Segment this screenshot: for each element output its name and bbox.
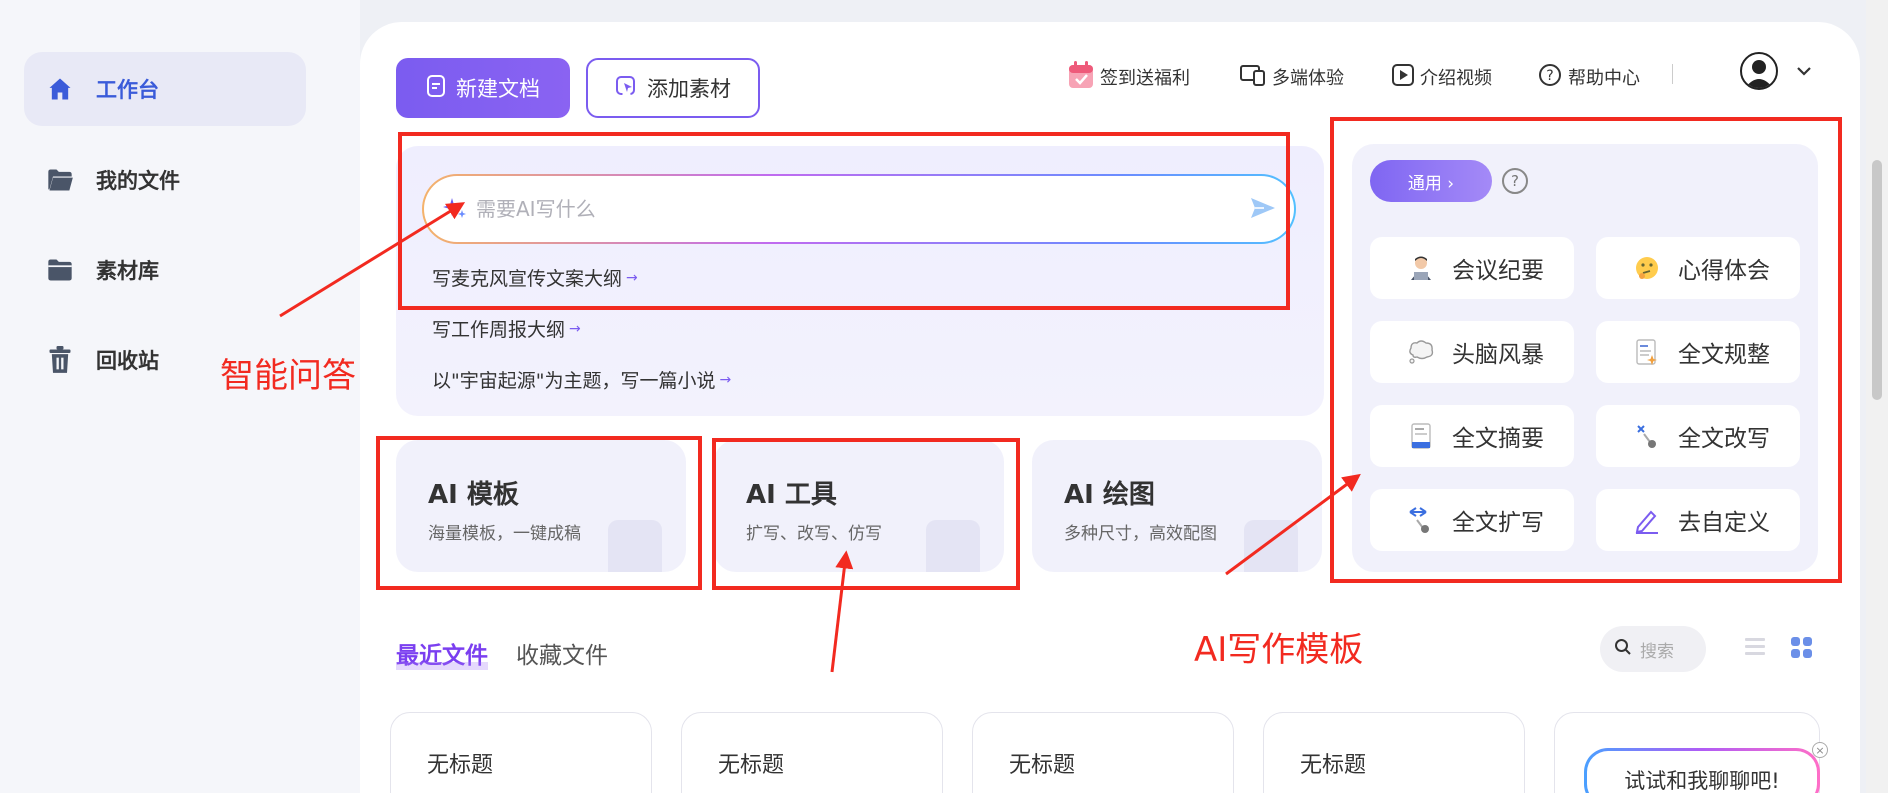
annotation-box-ai-template: [376, 436, 702, 590]
card-title: AI 绘图: [1064, 480, 1155, 510]
chevron-down-icon[interactable]: [1796, 62, 1812, 81]
add-material-label: 添加素材: [647, 77, 731, 101]
chat-bubble-text: 试试和我聊聊吧!: [1624, 769, 1780, 793]
file-title: 无标题: [718, 753, 785, 778]
suggestion-item[interactable]: 以"宇宙起源"为主题，写一篇小说 →: [432, 366, 731, 393]
file-title: 无标题: [427, 753, 494, 778]
annotation-box-smart-qa: [398, 132, 1290, 310]
search-placeholder: 搜索: [1640, 641, 1674, 662]
annotation-box-templates: [1330, 117, 1842, 583]
chat-assistant-bubble[interactable]: 试试和我聊聊吧!: [1584, 748, 1820, 793]
file-card[interactable]: 无标题: [390, 712, 652, 793]
help-icon: ?: [1538, 63, 1562, 92]
intro-video-label: 介绍视频: [1420, 68, 1492, 89]
folder-icon: [44, 254, 76, 286]
grid-view-icon[interactable]: [1790, 636, 1814, 664]
file-search-field[interactable]: 搜索: [1600, 626, 1706, 672]
annotation-label-ai-template: AI写作模板: [1194, 630, 1364, 670]
suggestion-item[interactable]: 写工作周报大纲 →: [432, 315, 581, 342]
search-icon: [1614, 638, 1632, 661]
topbar-divider: [1672, 64, 1673, 84]
multi-device-label: 多端体验: [1272, 68, 1344, 89]
devices-icon: [1240, 64, 1266, 91]
sidebar-item-label: 回收站: [96, 349, 159, 373]
sidebar-item-label: 素材库: [96, 259, 159, 283]
suggestion-label: 以"宇宙起源"为主题，写一篇小说: [432, 370, 716, 392]
scrollbar-thumb[interactable]: [1872, 160, 1882, 400]
intro-video-link[interactable]: 介绍视频: [1392, 62, 1492, 92]
tab-favorite-files[interactable]: 收藏文件: [516, 636, 608, 670]
ai-drawing-card[interactable]: AI 绘图 多种尺寸，高效配图: [1032, 440, 1322, 572]
file-card[interactable]: 无标题: [1263, 712, 1525, 793]
checkin-link[interactable]: 签到送福利: [1068, 60, 1190, 94]
list-view-icon[interactable]: [1744, 636, 1766, 662]
new-document-button[interactable]: 新建文档: [396, 58, 570, 118]
arrow-right-icon: →: [719, 371, 732, 388]
home-icon: [44, 73, 76, 105]
tab-recent-files[interactable]: 最近文件: [396, 636, 488, 670]
svg-text:?: ?: [1546, 68, 1553, 84]
sidebar-item-label: 工作台: [96, 78, 159, 102]
file-title: 无标题: [1009, 753, 1076, 778]
trash-icon: [44, 344, 76, 376]
cursor-box-icon: [615, 75, 637, 102]
close-icon[interactable]: ×: [1812, 742, 1828, 758]
arrow-right-icon: →: [569, 320, 581, 337]
file-card[interactable]: 无标题: [972, 712, 1234, 793]
sidebar-item-label: 我的文件: [96, 169, 180, 193]
add-material-button[interactable]: 添加素材: [586, 58, 760, 118]
suggestion-label: 写工作周报大纲: [432, 319, 566, 341]
calendar-icon: [1068, 60, 1094, 94]
file-title: 无标题: [1300, 753, 1367, 778]
play-icon: [1392, 63, 1414, 91]
annotation-label-smart-qa: 智能问答: [220, 356, 356, 396]
sidebar-item-my-files[interactable]: 我的文件: [24, 143, 306, 217]
help-center-link[interactable]: ? 帮助中心: [1538, 62, 1640, 92]
folder-open-icon: [44, 164, 76, 196]
new-document-label: 新建文档: [456, 77, 540, 101]
scrollbar[interactable]: [1866, 0, 1888, 793]
user-avatar[interactable]: [1740, 52, 1778, 90]
file-card[interactable]: 无标题: [681, 712, 943, 793]
sidebar-item-workbench[interactable]: 工作台: [24, 52, 306, 126]
drawing-deco-icon: [1244, 520, 1298, 572]
document-icon: [426, 74, 446, 102]
annotation-box-ai-tools: [712, 438, 1020, 590]
checkin-label: 签到送福利: [1100, 68, 1190, 89]
help-center-label: 帮助中心: [1568, 68, 1640, 89]
sidebar-item-materials[interactable]: 素材库: [24, 233, 306, 307]
multi-device-link[interactable]: 多端体验: [1240, 62, 1344, 92]
